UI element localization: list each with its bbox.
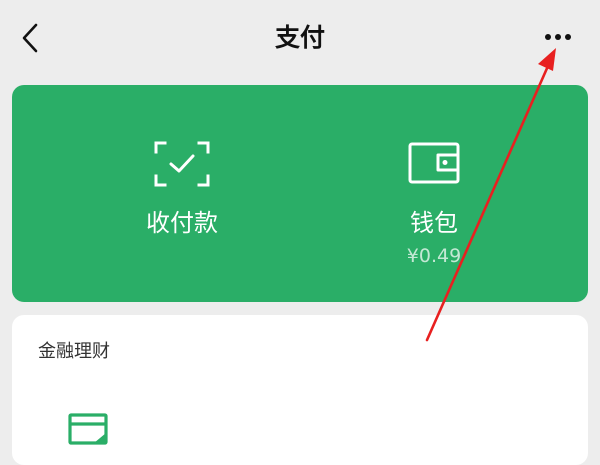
nav-bar: 支付 bbox=[0, 0, 600, 76]
page-title: 支付 bbox=[274, 23, 325, 52]
collect-pay-label: 收付款 bbox=[146, 209, 218, 237]
more-button[interactable] bbox=[534, 22, 582, 54]
wallet-button[interactable]: 钱包 ¥0.49 bbox=[344, 85, 524, 302]
finance-card-icon[interactable] bbox=[68, 413, 110, 451]
wallet-icon bbox=[408, 141, 460, 189]
wallet-balance: ¥0.49 bbox=[406, 245, 462, 267]
scan-check-icon bbox=[154, 141, 210, 191]
section-title-finance: 金融理财 bbox=[38, 341, 110, 362]
collect-pay-button[interactable]: 收付款 bbox=[92, 85, 272, 302]
wallet-label: 钱包 bbox=[410, 209, 458, 237]
finance-section: 金融理财 bbox=[12, 315, 588, 465]
pay-actions-card: 收付款 钱包 ¥0.49 bbox=[12, 85, 588, 302]
more-dots-icon bbox=[545, 34, 571, 40]
